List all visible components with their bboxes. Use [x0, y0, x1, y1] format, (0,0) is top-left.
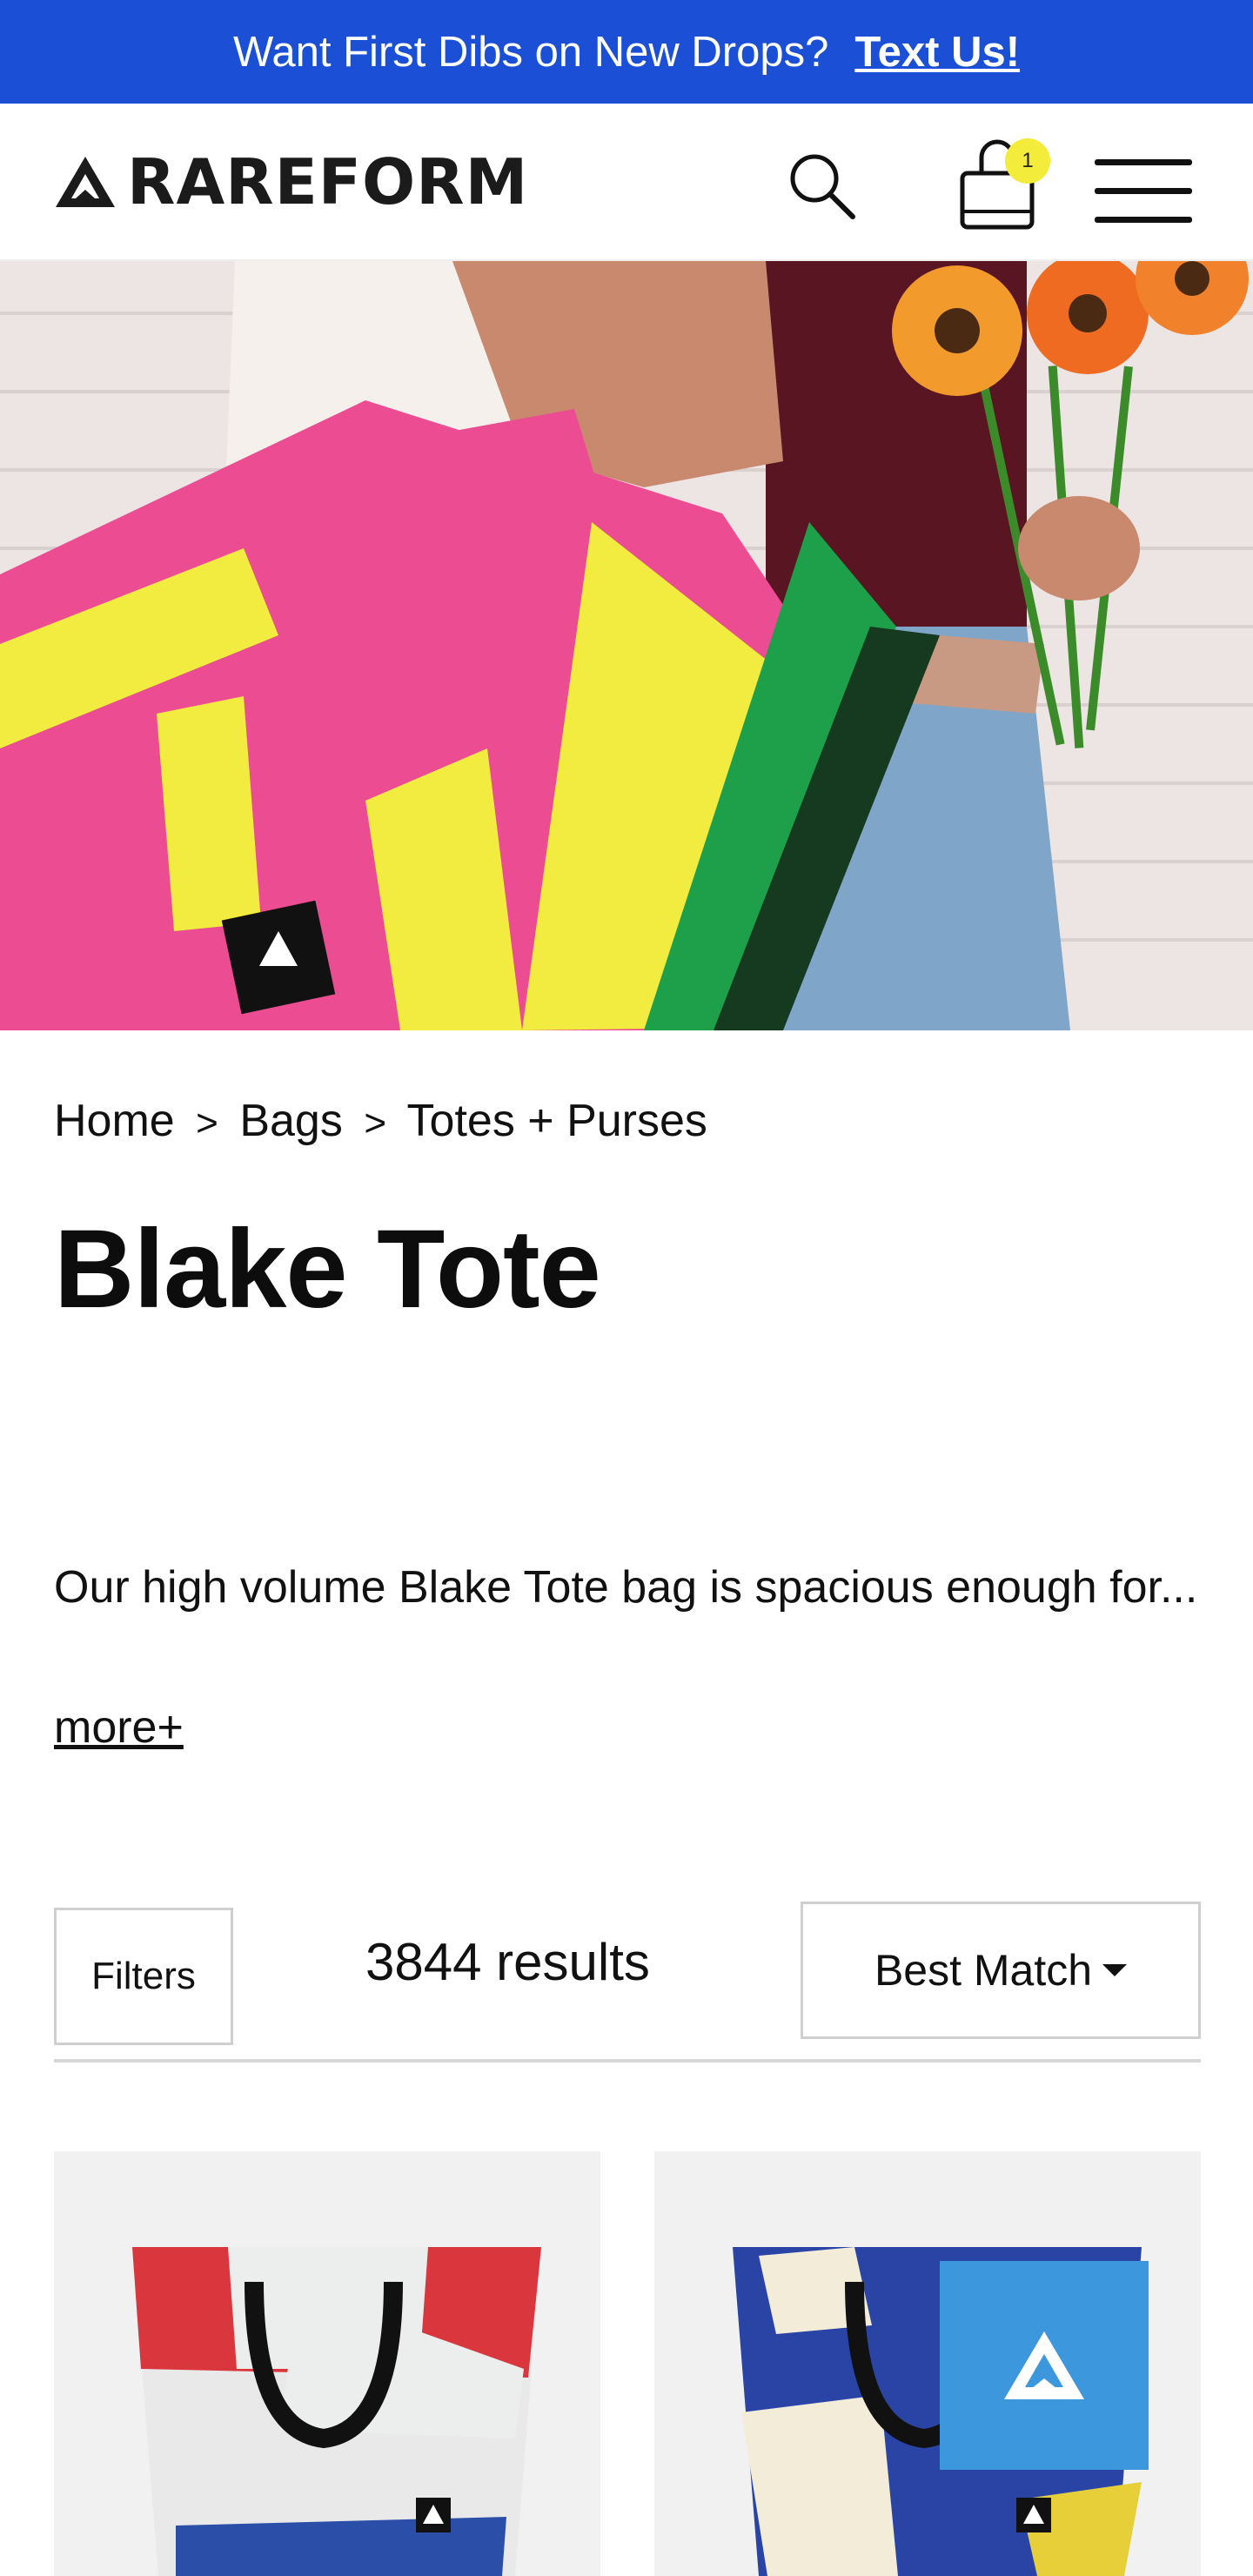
- breadcrumb: Home > Bags > Totes + Purses: [54, 1095, 707, 1147]
- breadcrumb-bags[interactable]: Bags: [239, 1096, 343, 1146]
- sort-dropdown[interactable]: Best Match: [801, 1902, 1201, 2039]
- results-count: 3844 results: [365, 1933, 650, 1991]
- cart-count-badge: 1: [1005, 138, 1050, 184]
- product-image: [132, 2247, 541, 2576]
- page-title: Blake Tote: [54, 1207, 601, 1332]
- sort-label: Best Match: [874, 1946, 1093, 1995]
- divider: [54, 2059, 1201, 2063]
- caret-down-icon: [1102, 1964, 1128, 1976]
- announcement-bar: Want First Dibs on New Drops? Text Us!: [0, 0, 1253, 104]
- category-description: Our high volume Blake Tote bag is spacio…: [54, 1562, 1198, 1613]
- more-link[interactable]: more+: [54, 1701, 184, 1754]
- chat-widget-button[interactable]: [940, 2261, 1149, 2470]
- brand-logo-icon: [56, 157, 115, 207]
- hamburger-menu-icon[interactable]: [1095, 156, 1196, 225]
- site-header: RAREFORM 1: [0, 104, 1253, 261]
- search-icon: [790, 154, 855, 219]
- brand-name: RAREFORM: [127, 145, 529, 218]
- breadcrumb-separator: >: [196, 1102, 218, 1144]
- breadcrumb-totes-purses[interactable]: Totes + Purses: [407, 1096, 707, 1146]
- filters-button[interactable]: Filters: [54, 1908, 233, 2045]
- hero-tote-photo: [0, 261, 1253, 1030]
- hero-image: [0, 261, 1253, 1030]
- search-button[interactable]: [783, 147, 861, 225]
- product-card[interactable]: [54, 2151, 600, 2576]
- brand-logo[interactable]: RAREFORM: [54, 145, 529, 218]
- announcement-text: Want First Dibs on New Drops?: [232, 28, 829, 76]
- brand-logo-icon: [1004, 2331, 1084, 2399]
- breadcrumb-separator: >: [364, 1102, 387, 1144]
- breadcrumb-home[interactable]: Home: [54, 1096, 175, 1146]
- text-us-link[interactable]: Text Us!: [854, 28, 1020, 77]
- cart-button[interactable]: 1: [955, 131, 1050, 234]
